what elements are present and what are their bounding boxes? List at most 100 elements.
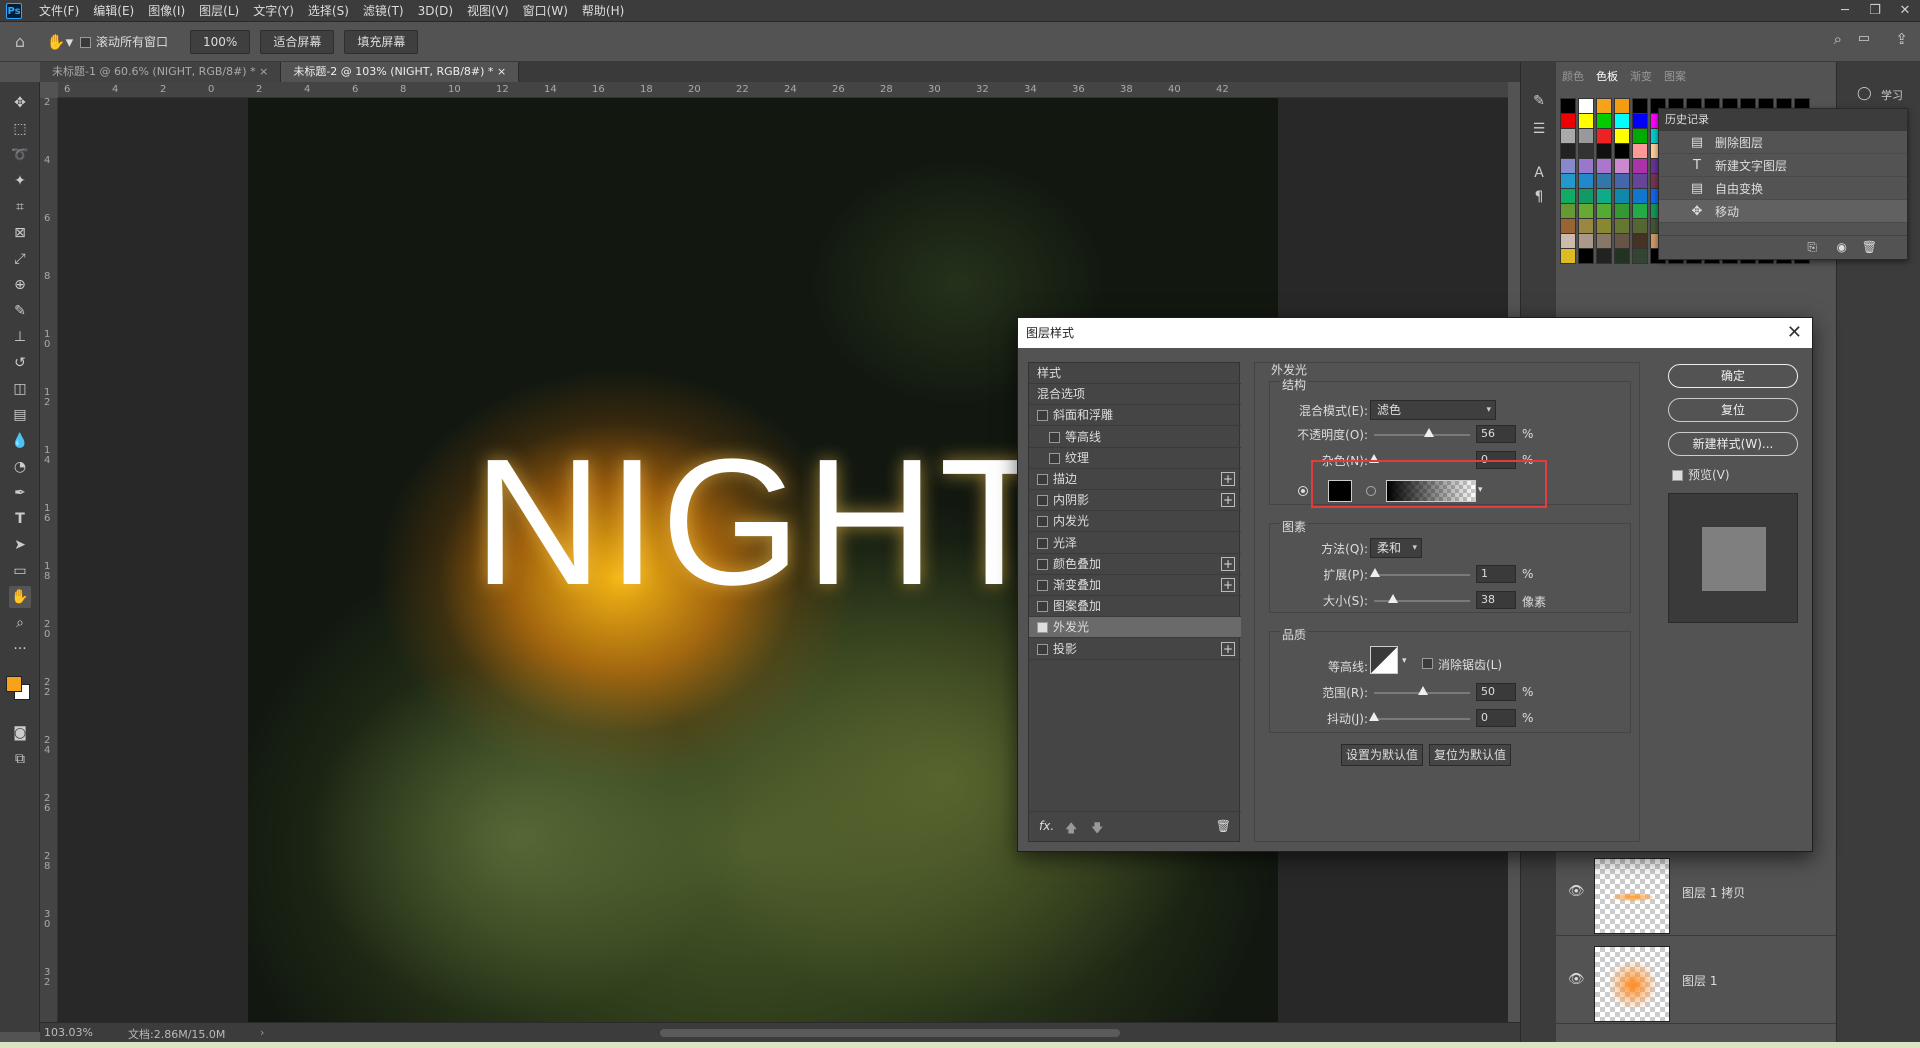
eraser-tool-icon[interactable]: ◫: [9, 378, 31, 400]
lasso-tool-icon[interactable]: ➰: [9, 144, 31, 166]
stamp-tool-icon[interactable]: ⊥: [9, 326, 31, 348]
color-swatch[interactable]: [1578, 188, 1594, 204]
menu-item[interactable]: 图层(L): [192, 0, 246, 22]
tab-document-1[interactable]: 未标题-1 @ 60.6% (NIGHT, RGB/8#) * ×: [40, 62, 282, 82]
color-swatch[interactable]: [1632, 203, 1648, 219]
color-swatch[interactable]: [1560, 113, 1576, 129]
crop-tool-icon[interactable]: ⌗: [9, 196, 31, 218]
close-icon[interactable]: ✕: [1890, 0, 1920, 22]
path-select-tool-icon[interactable]: ➤: [9, 534, 31, 556]
color-swatch[interactable]: [1560, 218, 1576, 234]
style-checkbox[interactable]: [1037, 495, 1048, 507]
color-swatch[interactable]: [1560, 248, 1576, 264]
fill-screen-button[interactable]: 填充屏幕: [344, 29, 419, 54]
healing-tool-icon[interactable]: ⊕: [9, 274, 31, 296]
menu-item[interactable]: 帮助(H): [575, 0, 631, 22]
move-up-icon[interactable]: 🡅: [1065, 819, 1077, 840]
color-swatch[interactable]: [1560, 233, 1576, 249]
size-slider-thumb[interactable]: [1388, 594, 1398, 603]
menu-item[interactable]: 编辑(E): [86, 0, 141, 22]
color-swatch[interactable]: [1578, 248, 1594, 264]
style-item[interactable]: 等高线: [1029, 427, 1241, 448]
visibility-eye-icon[interactable]: 👁: [1568, 972, 1585, 987]
menu-item[interactable]: 视图(V): [460, 0, 516, 22]
trash-icon[interactable]: 🗑: [1862, 240, 1877, 254]
color-swatch[interactable]: [1578, 158, 1594, 174]
style-checkbox[interactable]: [1037, 622, 1048, 634]
menu-item[interactable]: 图像(I): [141, 0, 192, 22]
style-checkbox[interactable]: [1037, 580, 1048, 591]
color-swatch[interactable]: [1596, 218, 1612, 234]
menu-item[interactable]: 3D(D): [411, 0, 460, 22]
color-swatch[interactable]: [1578, 128, 1594, 144]
magic-wand-tool-icon[interactable]: ✦: [9, 170, 31, 192]
history-item[interactable]: ▤ 自由变换: [1659, 177, 1907, 200]
color-swatch[interactable]: [1614, 143, 1630, 159]
style-checkbox[interactable]: [1049, 431, 1060, 443]
color-swatch[interactable]: [1578, 143, 1594, 159]
style-item[interactable]: 混合选项: [1029, 384, 1241, 406]
move-down-icon[interactable]: 🡇: [1091, 819, 1103, 840]
style-item[interactable]: 纹理: [1029, 448, 1241, 469]
color-swatch[interactable]: [1578, 98, 1594, 114]
tab-close-icon[interactable]: ×: [259, 65, 268, 78]
style-checkbox[interactable]: [1037, 410, 1048, 422]
color-swatch[interactable]: [1632, 113, 1648, 129]
color-swatch[interactable]: [1632, 158, 1648, 174]
menu-item[interactable]: 窗口(W): [516, 0, 575, 22]
panel-tab[interactable]: 颜色: [1556, 68, 1590, 86]
style-checkbox[interactable]: [1037, 474, 1048, 485]
color-swatch[interactable]: [1578, 173, 1594, 189]
add-effect-icon[interactable]: +: [1221, 641, 1235, 656]
color-swatch[interactable]: [1614, 203, 1630, 219]
color-swatch[interactable]: [1560, 188, 1576, 204]
antialias-checkbox[interactable]: [1422, 658, 1433, 669]
style-item[interactable]: 内发光: [1029, 511, 1241, 533]
style-item[interactable]: 描边 +: [1029, 469, 1241, 490]
screen-mode-icon[interactable]: ⧉: [9, 748, 31, 770]
brush-tool-icon[interactable]: ✎: [9, 300, 31, 322]
contour-dropdown-icon[interactable]: ▾: [1402, 656, 1407, 666]
visibility-eye-icon[interactable]: 👁: [1568, 884, 1585, 899]
restore-icon[interactable]: ❐: [1860, 0, 1890, 22]
add-effect-icon[interactable]: +: [1221, 472, 1235, 486]
color-swatch[interactable]: [1596, 203, 1612, 219]
style-item[interactable]: 图案叠加: [1029, 596, 1241, 618]
spread-slider-thumb[interactable]: [1370, 568, 1380, 577]
color-swatch[interactable]: [1632, 188, 1648, 204]
opacity-input[interactable]: 56: [1476, 425, 1516, 443]
style-item[interactable]: 渐变叠加 +: [1029, 575, 1241, 596]
color-swatch[interactable]: [1632, 98, 1648, 114]
jitter-input[interactable]: 0: [1476, 709, 1516, 727]
range-input[interactable]: 50: [1476, 683, 1516, 701]
tab-document-2[interactable]: 未标题-2 @ 103% (NIGHT, RGB/8#) * ×: [281, 62, 520, 82]
reset-default-button[interactable]: 复位为默认值: [1429, 744, 1511, 766]
add-effect-icon[interactable]: +: [1221, 578, 1235, 592]
layer-row[interactable]: 👁 图层 1: [1556, 936, 1836, 1024]
quick-mask-icon[interactable]: ◙: [9, 722, 31, 744]
color-swatch[interactable]: [1614, 113, 1630, 129]
color-swatch[interactable]: [1596, 248, 1612, 264]
color-swatch[interactable]: [1596, 173, 1612, 189]
snapshot-icon[interactable]: ◉: [1837, 240, 1847, 254]
opacity-slider-thumb[interactable]: [1424, 428, 1434, 437]
minimize-icon[interactable]: ─: [1830, 0, 1860, 22]
brush-settings-icon[interactable]: ✎: [1528, 90, 1550, 112]
style-item[interactable]: 光泽: [1029, 533, 1241, 554]
color-swatch[interactable]: [1596, 128, 1612, 144]
color-swatch[interactable]: [1614, 233, 1630, 249]
history-brush-tool-icon[interactable]: ↺: [9, 352, 31, 374]
blend-mode-select[interactable]: 滤色 ▾: [1370, 400, 1496, 420]
color-swatch[interactable]: [1560, 143, 1576, 159]
color-swatch[interactable]: [1578, 113, 1594, 129]
color-swatch[interactable]: [1560, 203, 1576, 219]
history-item[interactable]: ✥ 移动: [1659, 200, 1907, 223]
share-icon[interactable]: ⇪: [1895, 30, 1908, 48]
panel-tab[interactable]: 渐变: [1624, 68, 1658, 86]
fx-icon[interactable]: fx.: [1039, 819, 1054, 833]
color-swatch[interactable]: [1632, 143, 1648, 159]
color-swatch[interactable]: [1560, 98, 1576, 114]
history-item[interactable]: T 新建文字图层: [1659, 154, 1907, 177]
preview-toggle[interactable]: 预览(V): [1672, 466, 1730, 483]
eyedropper-tool-icon[interactable]: ⤢: [9, 248, 31, 270]
